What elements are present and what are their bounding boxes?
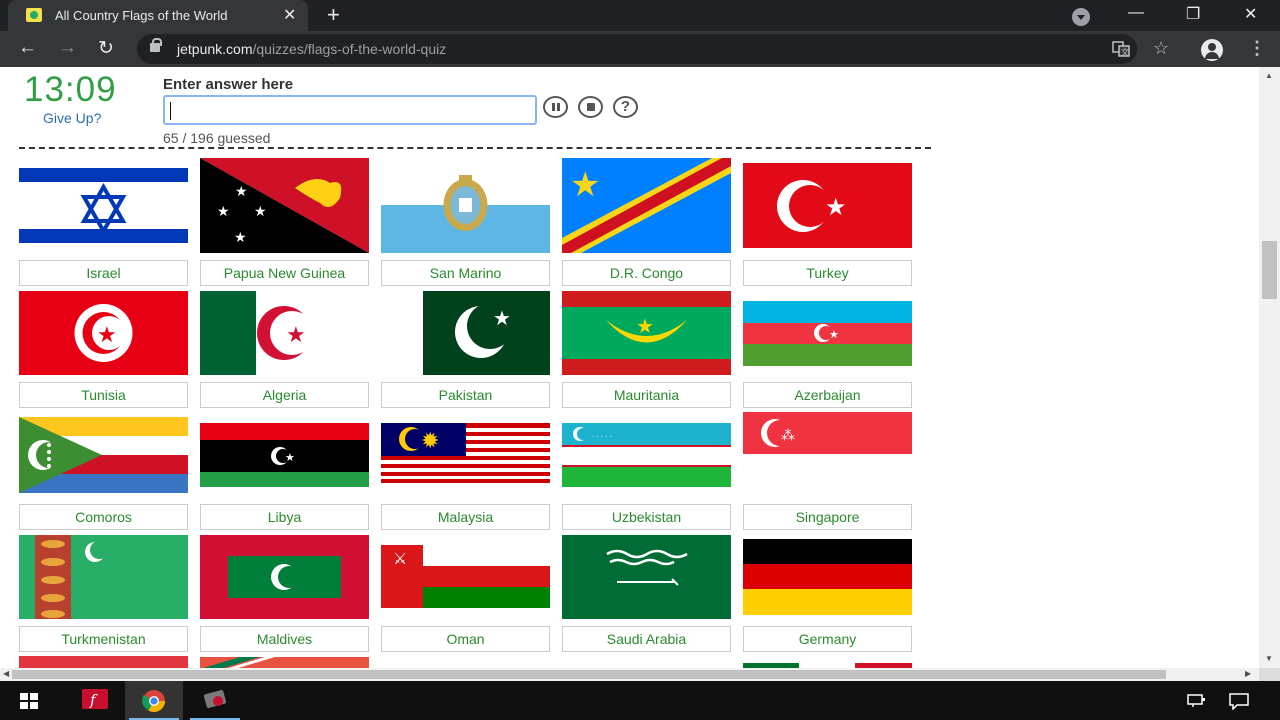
svg-text:★: ★	[493, 306, 511, 330]
svg-text:★: ★	[636, 314, 654, 338]
forward-button[interactable]: →	[58, 37, 77, 59]
network-icon[interactable]	[1187, 692, 1209, 712]
azerbaijan-flag: ★	[743, 280, 912, 375]
svg-text:★: ★	[254, 204, 267, 220]
quiz-page: 13:09 Give Up? Enter answer here ? 65 / …	[0, 67, 1259, 668]
address-bar[interactable]: jetpunk.com/quizzes/flags-of-the-world-q…	[137, 34, 1137, 64]
svg-text:✹: ✹	[421, 429, 439, 454]
windows-taskbar: f	[0, 681, 1280, 720]
answer-input[interactable]	[163, 95, 537, 125]
give-up-link[interactable]: Give Up?	[43, 110, 101, 126]
papua-new-guinea-flag: ★ ★ ★ ★	[200, 158, 369, 253]
dashed-divider	[19, 147, 931, 149]
svg-text:★: ★	[217, 204, 230, 220]
country-label: Turkmenistan	[19, 626, 188, 652]
scroll-right-arrow-icon[interactable]: ▶	[1245, 669, 1251, 678]
scrollbar-corner	[1259, 668, 1280, 681]
svg-text:⁂: ⁂	[781, 428, 795, 444]
comoros-flag	[19, 402, 188, 497]
svg-text:★: ★	[286, 323, 306, 348]
taskbar-app-flash[interactable]: f	[66, 681, 124, 720]
lock-icon[interactable]	[150, 38, 162, 52]
saudi-arabia-flag	[562, 524, 731, 619]
menu-icon[interactable]: ⋮	[1248, 38, 1266, 59]
svg-text:★: ★	[235, 184, 248, 200]
browser-toolbar: ← → ↻ jetpunk.com/quizzes/flags-of-the-w…	[0, 31, 1280, 67]
restore-button[interactable]: ❐	[1186, 4, 1200, 24]
notifications-icon[interactable]	[1228, 692, 1250, 714]
stop-icon[interactable]	[578, 96, 603, 118]
new-tab-button[interactable]: +	[327, 2, 340, 28]
partial-flag	[200, 656, 369, 668]
translate-icon[interactable]: 文	[1112, 41, 1130, 62]
taskbar-app-recorder[interactable]	[186, 681, 244, 720]
taskbar-app-chrome[interactable]	[125, 681, 183, 720]
scroll-up-arrow-icon[interactable]: ▲	[1265, 71, 1273, 80]
bookmark-star-icon[interactable]: ☆	[1153, 38, 1169, 59]
minimize-button[interactable]: —	[1128, 4, 1144, 22]
profile-icon[interactable]	[1201, 39, 1223, 61]
turkey-flag: ★	[743, 158, 912, 253]
browser-tab[interactable]: All Country Flags of the World ✕	[8, 0, 308, 31]
svg-text:文: 文	[1121, 47, 1129, 57]
germany-flag	[743, 524, 912, 619]
turkmenistan-flag	[19, 524, 188, 619]
svg-text:★: ★	[570, 165, 600, 205]
oman-flag: ⚔	[381, 524, 550, 619]
horizontal-scroll-thumb[interactable]	[12, 670, 1166, 679]
tab-close-icon[interactable]: ✕	[283, 5, 296, 25]
vertical-scroll-thumb[interactable]	[1262, 241, 1277, 299]
singapore-flag: ⁂	[743, 402, 912, 497]
israel-flag	[19, 158, 188, 253]
svg-text:★: ★	[829, 328, 839, 341]
libya-flag: ★	[200, 402, 369, 497]
country-label: Germany	[743, 626, 912, 652]
vertical-scrollbar[interactable]: ▲ ▼	[1259, 67, 1280, 668]
help-icon[interactable]: ?	[613, 96, 638, 118]
url-text: jetpunk.com/quizzes/flags-of-the-world-q…	[177, 41, 447, 57]
svg-text:★: ★	[97, 323, 117, 348]
tab-search-icon[interactable]	[1072, 8, 1090, 26]
pakistan-flag: ★	[381, 280, 550, 375]
windows-start-icon[interactable]	[20, 693, 39, 710]
svg-text:· · · · ·: · · · · ·	[592, 433, 612, 441]
partial-flag	[19, 656, 188, 668]
back-button[interactable]: ←	[18, 37, 37, 59]
quiz-timer: 13:09	[24, 70, 117, 109]
tab-title: All Country Flags of the World	[55, 8, 228, 23]
country-label: Oman	[381, 626, 550, 652]
san-marino-flag	[381, 158, 550, 253]
close-window-button[interactable]: ✕	[1244, 4, 1257, 24]
svg-text:★: ★	[825, 193, 847, 221]
svg-text:★: ★	[285, 451, 295, 464]
scroll-left-arrow-icon[interactable]: ◀	[3, 669, 9, 678]
reload-button[interactable]: ↻	[98, 37, 114, 60]
scroll-down-arrow-icon[interactable]: ▼	[1265, 654, 1273, 663]
mauritania-flag: ★	[562, 280, 731, 375]
answer-label: Enter answer here	[163, 76, 294, 93]
guessed-count: 65 / 196 guessed	[163, 130, 271, 146]
horizontal-scrollbar[interactable]: ◀ ▶	[0, 668, 1259, 681]
uzbekistan-flag: · · · · ·	[562, 402, 731, 497]
text-cursor	[170, 102, 171, 120]
svg-text:⚔: ⚔	[393, 549, 407, 568]
algeria-flag: ★	[200, 280, 369, 375]
dr-congo-flag: ★	[562, 158, 731, 253]
maldives-flag	[200, 524, 369, 619]
pause-icon[interactable]	[543, 96, 568, 118]
country-label: Maldives	[200, 626, 369, 652]
malaysia-flag: ✹	[381, 402, 550, 497]
browser-tab-strip: All Country Flags of the World ✕ + — ❐ ✕	[0, 0, 1280, 31]
jetpunk-favicon-icon	[26, 8, 42, 22]
svg-text:★: ★	[234, 230, 247, 246]
tunisia-flag: ★	[19, 280, 188, 375]
country-label: Saudi Arabia	[562, 626, 731, 652]
